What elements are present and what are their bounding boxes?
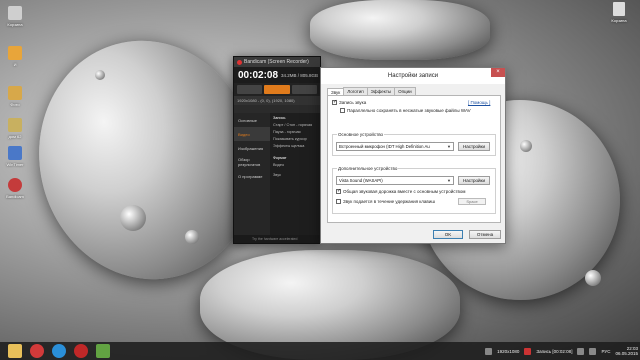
system-tray: 1920x1080 Запись [00:02:08] РУС 22:03 06… — [485, 342, 638, 360]
desktop-icon-4[interactable]: дом 62 — [2, 118, 28, 139]
fullscreen-mode-button[interactable] — [264, 85, 290, 94]
bandicam-main: Запись Старт / Стоп - горячая Пауза - го… — [270, 113, 320, 235]
network-icon[interactable] — [577, 347, 585, 355]
sidebar-item-general[interactable]: Основные — [234, 113, 270, 127]
sidebar-item-video[interactable]: Видео — [234, 127, 270, 141]
tab-logo[interactable]: Логотип — [343, 87, 368, 95]
bandicam-taskbar-icon[interactable] — [74, 344, 88, 358]
hotkey-checkbox[interactable] — [336, 199, 341, 204]
mix-track-option[interactable]: Общая звуковая дорожка вместе с основным… — [336, 188, 465, 194]
volume-icon[interactable] — [589, 347, 597, 355]
dialog-titlebar[interactable]: Настройки записи × — [321, 68, 505, 84]
tray-resolution: 1920x1080 — [497, 348, 520, 354]
mix-track-checkbox[interactable] — [336, 188, 341, 194]
record-sound-checkbox[interactable] — [332, 99, 337, 105]
folder-icon — [8, 46, 22, 60]
desktop-icon-5[interactable]: WinTimer — [2, 146, 28, 167]
primary-settings-button[interactable]: Настройки — [458, 142, 490, 151]
sound-panel: Запись звука [ Помощь ] Параллельно сохр… — [327, 95, 501, 223]
timer-icon — [8, 146, 22, 160]
green-app-icon[interactable] — [96, 344, 110, 358]
chevron-down-icon: ▼ — [447, 144, 451, 149]
bandicam-window: Bandicam (Screen Recorder) 00:02:08 34.2… — [233, 56, 321, 244]
sidebar-item-output[interactable]: Обзор результатов — [234, 155, 270, 169]
game-mode-button[interactable] — [291, 85, 317, 94]
monitor-icon[interactable] — [485, 347, 493, 355]
bandicam-icon — [8, 178, 22, 192]
desktop-icon-2[interactable]: И — [2, 46, 28, 67]
recycle-bin-icon — [613, 2, 625, 16]
option-click-effects[interactable]: Эффекты щелчка — [273, 144, 317, 148]
parallel-wav-option[interactable]: Параллельно сохранять в несжатые звуковы… — [340, 108, 471, 113]
option-cursor[interactable]: Показывать курсор — [273, 137, 317, 141]
recording-timer: 00:02:08 34.2MB / 805.8GB — [234, 67, 320, 83]
format-audio-label: Звук — [273, 173, 281, 177]
mode-buttons — [234, 83, 320, 96]
taskbar: 1920x1080 Запись [00:02:08] РУС 22:03 06… — [0, 342, 640, 360]
section-format: Формат — [273, 156, 287, 160]
secondary-settings-button[interactable]: Настройки — [458, 176, 490, 185]
explorer-icon[interactable] — [8, 344, 22, 358]
tab-effects[interactable]: Эффекты — [366, 87, 396, 95]
chevron-down-icon: ▼ — [447, 178, 451, 183]
dialog-tabs: Звук Логотип Эффекты Опции — [327, 87, 416, 96]
record-sound-option[interactable]: Запись звука — [332, 99, 366, 105]
bandicam-sidebar: Основные Видео Изображения Обзор результ… — [234, 113, 270, 235]
record-icon — [237, 59, 242, 65]
option-hotkey[interactable]: Старт / Стоп - горячая — [273, 123, 317, 127]
recycle-bin[interactable]: Корзина — [608, 2, 630, 23]
tab-options[interactable]: Опции — [394, 87, 416, 95]
opera-icon[interactable] — [30, 344, 44, 358]
desktop-icon-1[interactable]: Корзина — [2, 6, 28, 27]
sidebar-item-images[interactable]: Изображения — [234, 141, 270, 155]
language-indicator[interactable]: РУС — [601, 349, 610, 354]
document-icon — [8, 118, 22, 132]
secondary-device-select[interactable]: Vista Sound (WASAPI) ▼ — [336, 176, 454, 185]
section-record: Запись — [273, 116, 286, 120]
parallel-wav-checkbox[interactable] — [340, 108, 345, 113]
bandicam-titlebar[interactable]: Bandicam (Screen Recorder) — [234, 57, 320, 67]
bandicam-footer: Try the hardware accelerated — [234, 235, 320, 243]
skype-icon[interactable] — [52, 344, 66, 358]
record-settings-dialog: Настройки записи × Звук Логотип Эффекты … — [320, 67, 506, 244]
desktop-icon-3[interactable]: Фото — [2, 86, 28, 107]
close-button[interactable]: × — [491, 68, 505, 77]
ok-button[interactable]: OK — [433, 230, 463, 239]
desktop-icon-6[interactable]: Bandicam — [2, 178, 28, 199]
hotkey-field[interactable]: Space — [458, 198, 486, 205]
clock[interactable]: 22:03 06.05.2015 — [615, 346, 638, 357]
resolution-info: 1920x1080 - (0, 0), (1920, 1080) — [234, 96, 320, 105]
primary-device-select[interactable]: Встроенный микрофон (IDT High Definition… — [336, 142, 454, 151]
record-status-icon[interactable] — [524, 347, 532, 355]
hotkey-option[interactable]: Звук подается в течение удержания клавиш — [336, 199, 435, 204]
tray-recording[interactable]: Запись [00:02:08] — [536, 349, 572, 354]
format-video-label: Видео — [273, 163, 285, 167]
rectangle-mode-button[interactable] — [237, 85, 263, 94]
sidebar-item-about[interactable]: О программе — [234, 169, 270, 183]
trash-icon — [8, 6, 22, 20]
option-pause[interactable]: Пауза - горячая — [273, 130, 317, 134]
cancel-button[interactable]: Отмена — [469, 230, 501, 239]
photo-icon — [8, 86, 22, 100]
help-link[interactable]: [ Помощь ] — [468, 100, 490, 105]
